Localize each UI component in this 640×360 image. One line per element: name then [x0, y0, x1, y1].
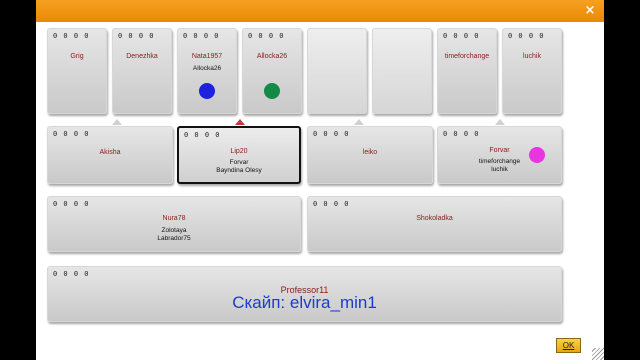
- player-card-shokoladka[interactable]: 0 0 0 0 Shokoladka: [307, 196, 562, 252]
- close-icon[interactable]: ×: [582, 3, 598, 19]
- partner-name: Labrador75: [157, 235, 191, 242]
- score-text: 0 0 0 0: [248, 32, 285, 40]
- player-card-grig[interactable]: 0 0 0 0 Grig: [47, 28, 107, 114]
- partner-name: luchik: [491, 166, 508, 173]
- score-text: 0 0 0 0: [118, 32, 155, 40]
- blue-chip-icon: [199, 83, 215, 99]
- bracket-notch: [112, 119, 122, 125]
- empty-seat[interactable]: [372, 28, 432, 114]
- player-card-luchik[interactable]: 0 0 0 0 luchik: [502, 28, 562, 114]
- score-text: 0 0 0 0: [443, 32, 480, 40]
- player-name: Akisha: [99, 149, 121, 156]
- bracket-notch: [495, 119, 505, 125]
- score-text: 0 0 0 0: [508, 32, 545, 40]
- partner-name: Bayndina Olesy: [216, 167, 262, 174]
- player-name: Nura78: [162, 215, 186, 222]
- ok-button[interactable]: OK: [556, 338, 581, 353]
- player-name: leiko: [362, 149, 378, 156]
- title-bar: ×: [36, 0, 604, 22]
- bracket-notch: [235, 119, 245, 125]
- bracket-notch: [354, 119, 364, 125]
- score-text: 0 0 0 0: [184, 131, 221, 139]
- player-card-allocka26[interactable]: 0 0 0 0 Allocka26: [242, 28, 302, 114]
- game-window: × 0 0 0 0 Grig 0 0 0 0 Denezhka 0 0 0 0 …: [36, 0, 604, 360]
- player-name: Allocka26: [256, 53, 288, 60]
- player-name: luchik: [523, 53, 541, 60]
- player-card-forvar[interactable]: 0 0 0 0 Forvar timeforchange luchik: [437, 126, 562, 184]
- player-card-lip20[interactable]: 0 0 0 0 Lip20 Forvar Bayndina Olesy: [177, 126, 301, 184]
- green-chip-icon: [264, 83, 280, 99]
- player-card-leiko[interactable]: 0 0 0 0 leiko: [307, 126, 433, 184]
- partner-name: Allocka26: [192, 65, 222, 72]
- partner-name: Forvar: [229, 159, 249, 166]
- score-text: 0 0 0 0: [313, 200, 350, 208]
- player-card-professor11[interactable]: 0 0 0 0 Professor11 Скайп: elvira_min1: [47, 266, 562, 322]
- partner-name: Zolotaya: [161, 227, 187, 234]
- player-card-timeforchange[interactable]: 0 0 0 0 timeforchange: [437, 28, 497, 114]
- empty-seat[interactable]: [307, 28, 367, 114]
- player-card-akisha[interactable]: 0 0 0 0 Akisha: [47, 126, 173, 184]
- player-name: timeforchange: [444, 53, 490, 60]
- score-text: 0 0 0 0: [53, 130, 90, 138]
- player-card-nata1957[interactable]: 0 0 0 0 Nata1957 Allocka26: [177, 28, 237, 114]
- player-card-nura78[interactable]: 0 0 0 0 Nura78 Zolotaya Labrador75: [47, 196, 301, 252]
- player-name: Shokoladka: [416, 215, 453, 222]
- resize-grip-icon[interactable]: [592, 348, 604, 360]
- skype-overlay-text: Скайп: elvira_min1: [232, 293, 377, 312]
- score-text: 0 0 0 0: [53, 32, 90, 40]
- player-name: Grig: [70, 53, 84, 60]
- score-text: 0 0 0 0: [53, 200, 90, 208]
- score-text: 0 0 0 0: [313, 130, 350, 138]
- player-name: Nata1957: [191, 53, 223, 60]
- score-text: 0 0 0 0: [53, 270, 90, 278]
- score-text: 0 0 0 0: [183, 32, 220, 40]
- player-name: Denezhka: [126, 53, 158, 60]
- tournament-board: 0 0 0 0 Grig 0 0 0 0 Denezhka 0 0 0 0 Na…: [36, 22, 604, 360]
- pink-chip-icon: [529, 147, 545, 163]
- score-text: 0 0 0 0: [443, 130, 480, 138]
- player-card-denezhka[interactable]: 0 0 0 0 Denezhka: [112, 28, 172, 114]
- player-name: Lip20: [230, 148, 248, 155]
